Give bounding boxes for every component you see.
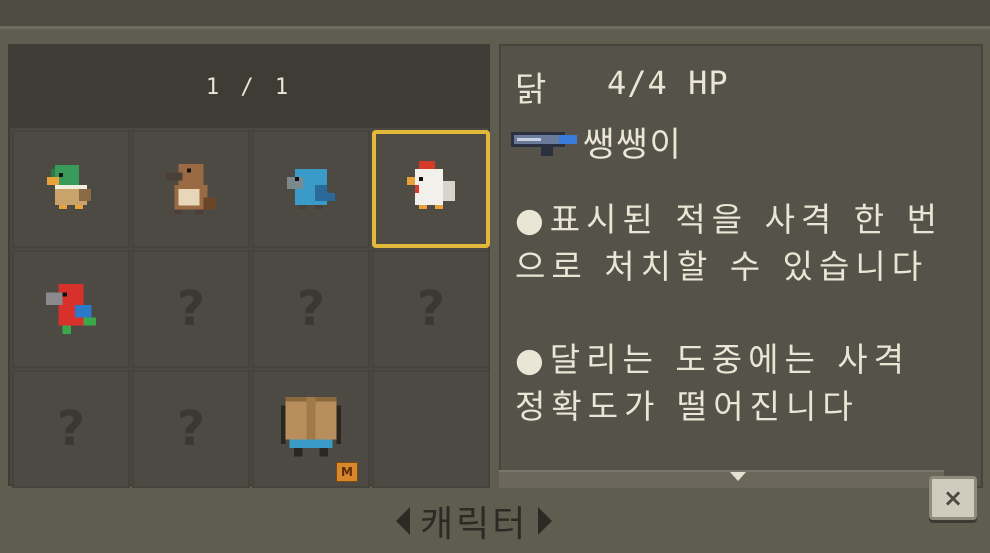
ability-description-2: ●달리는 도중에는 사격 정확도가 떨어진니다 [515, 340, 911, 426]
ability-description-1: ●표시된 적을 사격 한 번으로 처치할 수 있습니다 [515, 200, 943, 286]
empty-slot [372, 370, 490, 488]
close-button[interactable]: × [929, 476, 977, 520]
character-slot-parrot[interactable] [12, 250, 130, 368]
question-mark-icon: ? [57, 401, 85, 457]
character-slot-platypus[interactable] [132, 130, 250, 248]
locked-character-slot[interactable]: ? [252, 250, 370, 368]
locked-character-slot[interactable]: ? [372, 250, 490, 368]
duck-icon [47, 165, 91, 209]
top-border [0, 0, 990, 29]
character-slot-boxman[interactable]: M [252, 370, 370, 488]
locked-character-slot[interactable]: ? [12, 370, 130, 488]
character-grid-panel: 1 / 1 ? ? ? ? ? M [8, 44, 490, 488]
locked-character-slot[interactable]: ? [132, 370, 250, 488]
weapon-row: 쌩쌩이 [511, 118, 683, 165]
chicken-icon [407, 161, 455, 209]
platypus-icon [166, 164, 216, 214]
character-description: ●표시된 적을 사격 한 번으로 처치할 수 있습니다 ●달리는 도중에는 사격… [515, 196, 945, 476]
prev-category-icon[interactable] [396, 507, 410, 535]
blue-bird-icon [287, 169, 335, 209]
character-info-panel: 닭 4/4 HP 쌩쌩이 ●표시된 적을 사격 한 번으로 처치할 수 있습니다… [499, 44, 983, 488]
question-mark-icon: ? [177, 401, 205, 457]
m-badge: M [336, 462, 358, 482]
page-indicator: 1 / 1 [10, 46, 488, 128]
question-mark-icon: ? [417, 281, 445, 337]
gun-icon [511, 132, 577, 156]
description-scroll-bar[interactable] [499, 470, 944, 488]
character-slot-bluebird[interactable] [252, 130, 370, 248]
locked-character-slot[interactable]: ? [132, 250, 250, 368]
character-name: 닭 [515, 70, 547, 110]
scroll-down-icon[interactable] [730, 472, 746, 481]
next-category-icon[interactable] [538, 507, 553, 535]
character-slot-chicken[interactable] [372, 130, 490, 248]
character-hp: 4/4 HP [607, 64, 729, 102]
weapon-name: 쌩쌩이 [583, 124, 683, 165]
cardboard-box-character-icon [281, 397, 341, 457]
parrot-icon [46, 284, 96, 334]
character-slot-duck[interactable] [12, 130, 130, 248]
category-nav: 캐릭터 [396, 498, 553, 545]
question-mark-icon: ? [177, 281, 205, 337]
question-mark-icon: ? [297, 281, 325, 337]
category-title: 캐릭터 [420, 504, 529, 545]
